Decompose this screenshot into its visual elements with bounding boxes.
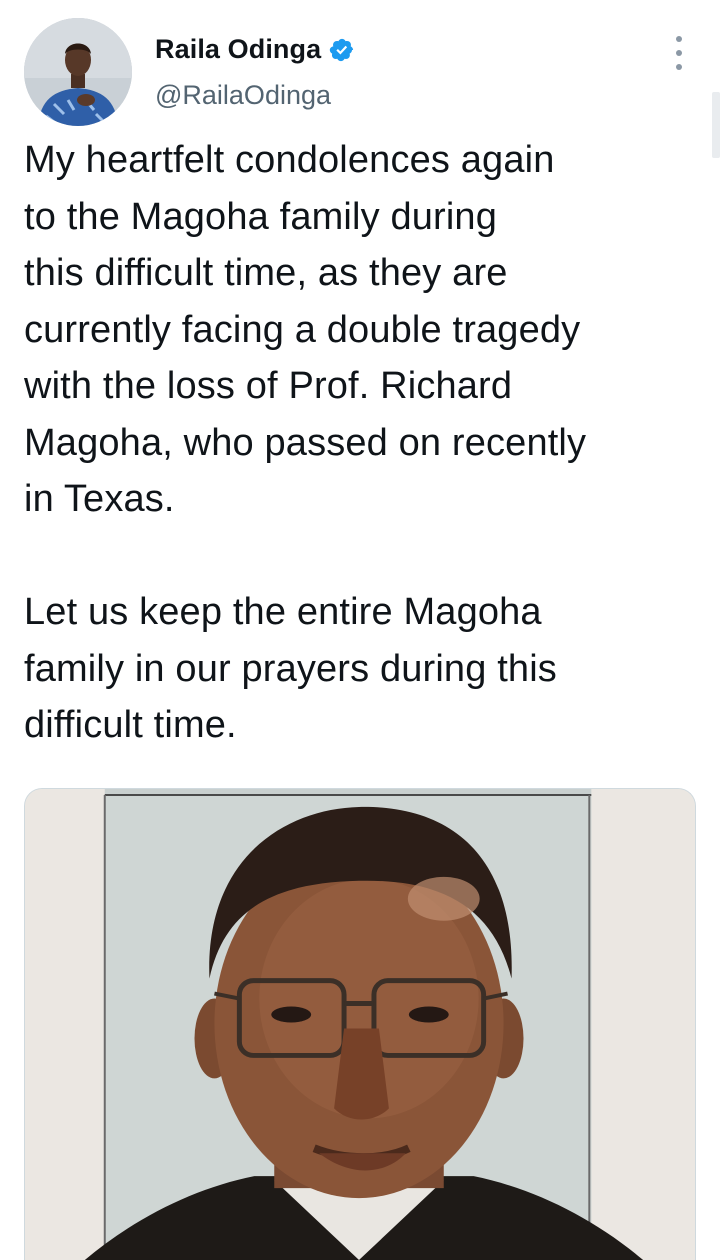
tweet-paragraph-2: Let us keep the entire Magoha family in … <box>24 591 557 746</box>
tweet-paragraph-1: My heartfelt condolences again to the Ma… <box>24 139 587 520</box>
author-handle[interactable]: @RailaOdinga <box>155 80 331 111</box>
more-options-icon[interactable] <box>669 36 689 70</box>
avatar-image <box>24 18 132 126</box>
tweet-text: My heartfelt condolences again to the Ma… <box>24 132 694 754</box>
author-name-row[interactable]: Raila Odinga <box>155 34 355 65</box>
avatar[interactable] <box>24 18 132 126</box>
portrait-photo <box>25 789 695 1260</box>
scrollbar[interactable] <box>712 92 720 158</box>
author-display-name[interactable]: Raila Odinga <box>155 34 321 65</box>
verified-badge-icon <box>329 37 355 63</box>
tweet-card: Raila Odinga @RailaOdinga My heartfelt c… <box>0 0 720 1260</box>
tweet-photo[interactable] <box>24 788 696 1260</box>
